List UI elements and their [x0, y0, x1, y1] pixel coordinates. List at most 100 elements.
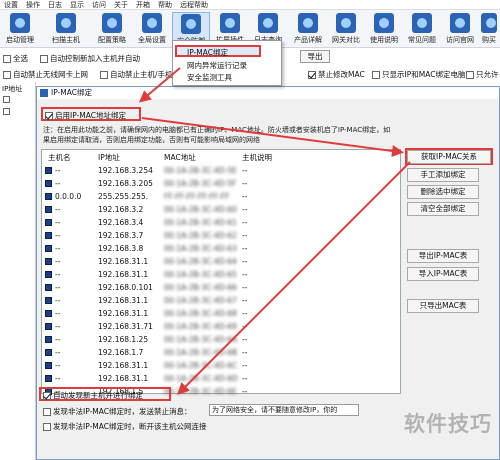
fetch-ip-mac-button[interactable]: 获取IP-MAC关系 — [407, 150, 491, 164]
col-header-ip[interactable]: IP地址 — [98, 152, 120, 163]
table-row[interactable]: -- 192.168.31.1 00-1A-2B-3C-4D-64 -- — [42, 255, 400, 268]
table-row[interactable]: -- 192.168.31.1 00-1A-2B-3C-4D-6C -- — [42, 359, 400, 372]
cell-mac: 00-1A-2B-3C-4D-68 — [164, 309, 237, 318]
host-icon — [45, 310, 52, 317]
toolbar-usage-guide[interactable]: 使用说明 — [366, 12, 402, 46]
toolbar-product-details[interactable]: 产品详解 — [290, 12, 326, 46]
cell-mac: FF-FF-FF-FF-FF-FF — [164, 192, 230, 201]
tree-node-checkbox[interactable] — [3, 96, 10, 103]
table-row[interactable]: -- 192.168.1.25 00-1A-2B-3C-4D-6A -- — [42, 333, 400, 346]
menu-item-ip-mac-bind[interactable]: IP-MAC绑定 — [187, 47, 228, 58]
doc-icon — [374, 13, 394, 33]
menu-item-security-tools[interactable]: 安全监测工具 — [187, 72, 232, 83]
ip-mac-table[interactable]: 主机名 IP地址 MAC地址 主机说明 -- 192.168.3.254 00-1A… — [41, 149, 401, 396]
table-row[interactable]: -- 192.168.31.1 00-1A-2B-3C-4D-67 -- — [42, 294, 400, 307]
menu-display[interactable]: 显示 — [66, 0, 88, 10]
table-row[interactable]: -- 192.168.3.8 00-1A-2B-3C-4D-63 -- — [42, 242, 400, 255]
table-row[interactable]: -- 192.168.31.1 00-1A-2B-3C-4D-65 -- — [42, 268, 400, 281]
cell-ip: 192.168.31.1 — [98, 374, 149, 383]
toolbar-start-manage[interactable]: 启动管理 — [2, 12, 38, 46]
table-row[interactable]: -- 192.168.0.101 00-1A-2B-3C-4D-66 -- — [42, 281, 400, 294]
tree-node-checkbox[interactable] — [3, 108, 10, 115]
table-row[interactable]: -- 192.168.3.7 00-1A-2B-3C-4D-62 -- — [42, 229, 400, 242]
table-row[interactable]: -- 192.168.3.4 00-1A-2B-3C-4D-61 -- — [42, 216, 400, 229]
manual-add-button[interactable]: 手工添加绑定 — [407, 168, 479, 182]
info-icon — [298, 13, 318, 33]
auto-bind-checkbox[interactable]: 自动发现新主机并进行绑定 — [43, 390, 143, 401]
shield-icon — [181, 14, 201, 34]
clear-all-button[interactable]: 清空全部绑定 — [407, 202, 479, 216]
export-table-button[interactable]: 导出IP-MAC表 — [407, 249, 479, 263]
cell-desc: -- — [242, 231, 248, 240]
menu-operate[interactable]: 操作 — [22, 0, 44, 10]
host-tree[interactable]: IP地址 — [0, 82, 36, 460]
illegal-send-checkbox[interactable]: 发现非法IP-MAC绑定时，发送禁止消息： — [43, 406, 191, 417]
toolbar-faq[interactable]: 常见问题 — [404, 12, 440, 46]
table-row[interactable]: -- 192.168.31.1 00-1A-2B-3C-4D-68 -- — [42, 307, 400, 320]
table-row[interactable]: -- 192.168.3.2 00-1A-2B-3C-4D-60 -- — [42, 203, 400, 216]
illegal-message-input[interactable]: 为了网络安全，请不要随意修改IP，你的 — [209, 404, 359, 416]
col-header-mac[interactable]: MAC地址 — [164, 152, 196, 163]
host-icon — [45, 323, 52, 330]
table-row[interactable]: -- 192.168.1.7 00-1A-2B-3C-4D-6B -- — [42, 346, 400, 359]
cell-mac: 00-1A-2B-3C-4D-61 — [164, 218, 237, 227]
export-button[interactable]: 导出 — [300, 50, 330, 63]
forbid-modify-mac-checkbox[interactable]: 禁止修改MAC — [308, 69, 365, 80]
menu-settings[interactable]: 设置 — [0, 0, 22, 10]
export-mac-only-button[interactable]: 只导出MAC表 — [407, 299, 479, 313]
host-icon — [45, 349, 52, 356]
auto-control-checkbox[interactable]: 自动控制新加入主机并自动 — [40, 53, 140, 64]
menu-log[interactable]: 日志 — [44, 0, 66, 10]
auto-block-wifi-checkbox[interactable]: 自动禁止无线网卡上网 — [3, 69, 88, 80]
table-row[interactable]: -- 192.168.31.71 00-1A-2B-3C-4D-69 -- — [42, 320, 400, 333]
select-all-checkbox[interactable]: 全选 — [3, 53, 28, 64]
menu-open[interactable]: 开箱 — [132, 0, 154, 10]
toolbar-scan-hosts[interactable]: 扫描主机 — [48, 12, 84, 46]
cell-hostname: -- — [55, 244, 61, 253]
cell-desc: -- — [242, 244, 248, 253]
help-icon — [412, 13, 432, 33]
menu-access[interactable]: 访问 — [88, 0, 110, 10]
cell-desc: -- — [242, 205, 248, 214]
toolbar-buy[interactable]: 购买 — [478, 12, 500, 46]
illegal-disconnect-checkbox[interactable]: 发现非法IP-MAC绑定时，断开该主机公网连接 — [43, 421, 206, 432]
enable-ip-mac-bind-checkbox[interactable]: 启用IP-MAC地址绑定 — [45, 110, 126, 121]
import-table-button[interactable]: 导入IP-MAC表 — [407, 267, 479, 281]
cell-hostname: -- — [55, 270, 61, 279]
cell-desc: -- — [242, 361, 248, 370]
menu-about[interactable]: 关于 — [110, 0, 132, 10]
delete-selected-button[interactable]: 删除选中绑定 — [407, 185, 479, 199]
cell-ip: 192.168.31.1 — [98, 270, 149, 279]
dialog-title: IP-MAC绑定 — [37, 87, 499, 99]
toolbar-website[interactable]: 访问官网 — [442, 12, 478, 46]
host-icon — [45, 167, 52, 174]
cell-ip: 192.168.31.1 — [98, 361, 149, 370]
only-allow-checkbox[interactable]: 只允许 — [466, 69, 499, 80]
cell-mac: 00-1A-2B-3C-4D-69 — [164, 322, 237, 331]
cell-mac: 00-1A-2B-3C-4D-6A — [164, 335, 238, 344]
table-row[interactable]: -- 192.168.31.1 00-1A-2B-3C-4D-6D -- — [42, 372, 400, 385]
only-show-ip-mac-checkbox[interactable]: 只显示IP和MAC绑定电脑 — [372, 69, 465, 80]
cell-ip: 192.168.3.254 — [98, 166, 153, 175]
toolbar-gateway-compare[interactable]: 网关对比 — [328, 12, 364, 46]
col-header-desc[interactable]: 主机说明 — [242, 152, 272, 163]
host-icon — [45, 375, 52, 382]
menu-help[interactable]: 帮助 — [154, 0, 176, 10]
table-row[interactable]: -- 192.168.3.205 00-1A-2B-3C-4D-5F -- — [42, 177, 400, 190]
cell-hostname: -- — [55, 231, 61, 240]
menu-remote-help[interactable]: 远程帮助 — [176, 0, 212, 10]
col-header-hostname[interactable]: 主机名 — [48, 152, 71, 163]
cell-desc: -- — [242, 296, 248, 305]
cell-hostname: -- — [55, 218, 61, 227]
toolbar-global-settings[interactable]: 全局设置 — [134, 12, 170, 46]
cell-desc: -- — [242, 374, 248, 383]
menu-item-abnormal-records[interactable]: 网内异常运行记录 — [187, 60, 247, 71]
toolbar-config-policy[interactable]: 配置策略 — [94, 12, 130, 46]
cell-hostname: -- — [55, 309, 61, 318]
table-row[interactable]: 0.0.0.0 255.255.255. FF-FF-FF-FF-FF-FF -- — [42, 190, 400, 203]
auto-block-mobile-checkbox[interactable]: 自动禁止主机/手机 — [100, 69, 173, 80]
compare-icon — [336, 13, 356, 33]
host-icon — [45, 245, 52, 252]
cell-desc: -- — [242, 192, 248, 201]
table-row[interactable]: -- 192.168.3.254 00-1A-2B-3C-4D-5E -- — [42, 164, 400, 177]
